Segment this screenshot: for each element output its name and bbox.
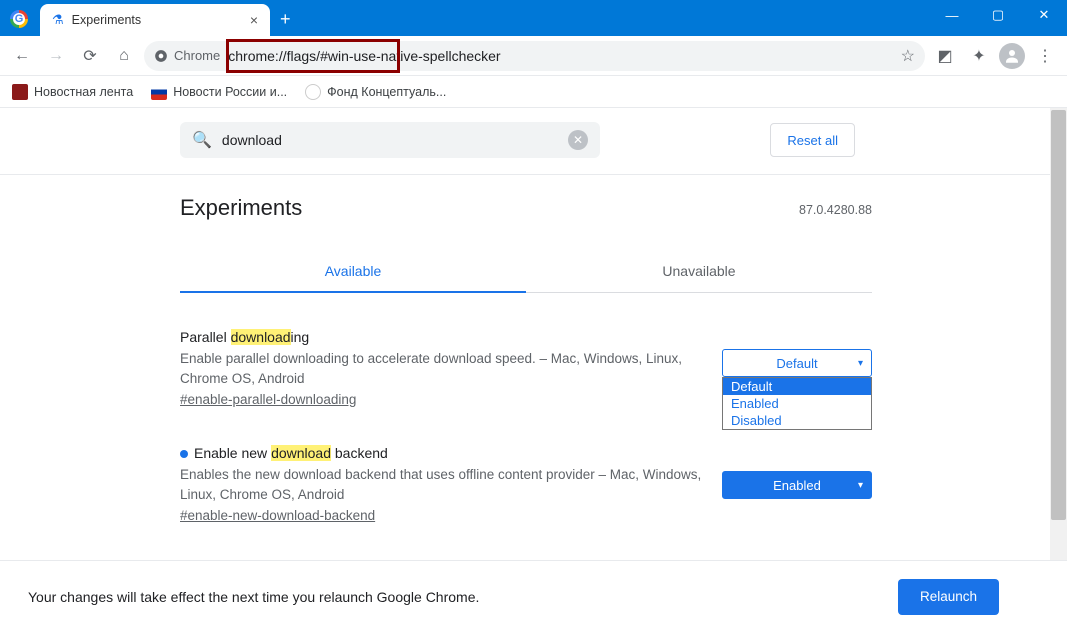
- dropdown-option[interactable]: Disabled: [723, 412, 871, 429]
- flask-icon: ⚗: [52, 12, 64, 28]
- new-tab-button[interactable]: +: [280, 9, 291, 30]
- bookmarks-bar: Новостная лента Новости России и... Фонд…: [0, 76, 1067, 108]
- bookmark-favicon: [12, 84, 28, 100]
- flag-description: Enables the new download backend that us…: [180, 465, 702, 504]
- flag-title: Enable new download backend: [180, 445, 702, 461]
- window-titlebar: ⚗ Experiments × + — ▢ ✕: [0, 0, 1067, 36]
- back-button[interactable]: ←: [8, 42, 36, 70]
- flags-search-box[interactable]: 🔍 ✕: [180, 122, 600, 158]
- clear-search-icon[interactable]: ✕: [568, 130, 588, 150]
- flag-item: Enable new download backend Enables the …: [180, 445, 872, 525]
- tab-close-icon[interactable]: ×: [250, 12, 258, 28]
- flag-select-value: Enabled: [773, 478, 821, 493]
- bookmark-label: Фонд Концептуаль...: [327, 85, 446, 99]
- maximize-button[interactable]: ▢: [975, 0, 1021, 30]
- reload-button[interactable]: ⟳: [76, 42, 104, 70]
- page-title: Experiments: [180, 195, 872, 221]
- profile-avatar[interactable]: [999, 43, 1025, 69]
- search-input[interactable]: [222, 132, 558, 148]
- site-chip-label: Chrome: [174, 48, 220, 63]
- bookmark-favicon: [305, 84, 321, 100]
- bookmark-label: Новостная лента: [34, 85, 133, 99]
- bookmark-item[interactable]: Фонд Концептуаль...: [305, 84, 446, 100]
- forward-button[interactable]: →: [42, 42, 70, 70]
- search-icon: 🔍: [192, 130, 212, 150]
- flag-info: Parallel downloading Enable parallel dow…: [180, 329, 702, 409]
- extension-icon-1[interactable]: ◩: [931, 42, 959, 70]
- flag-select[interactable]: Default ▾: [722, 349, 872, 377]
- flag-select[interactable]: Enabled ▾: [722, 471, 872, 499]
- address-bar[interactable]: Chrome chrome://flags/#win-use-native-sp…: [144, 41, 925, 71]
- chevron-down-icon: ▾: [858, 480, 863, 491]
- scrollbar[interactable]: [1050, 108, 1067, 632]
- flag-select-value: Default: [776, 356, 817, 371]
- kebab-menu-icon[interactable]: ⋮: [1031, 42, 1059, 70]
- bookmark-item[interactable]: Новости России и...: [151, 84, 287, 100]
- flags-content: 87.0.4280.88 Experiments Available Unava…: [0, 175, 1067, 577]
- relaunch-bar: Your changes will take effect the next t…: [0, 560, 1067, 632]
- relaunch-message: Your changes will take effect the next t…: [28, 589, 479, 605]
- scrollbar-thumb[interactable]: [1051, 110, 1066, 520]
- flag-item: Parallel downloading Enable parallel dow…: [180, 329, 872, 409]
- close-window-button[interactable]: ✕: [1021, 0, 1067, 30]
- bookmark-star-icon[interactable]: ☆: [901, 46, 915, 66]
- dropdown-option[interactable]: Enabled: [723, 395, 871, 412]
- flag-description: Enable parallel downloading to accelerat…: [180, 349, 702, 388]
- relaunch-button[interactable]: Relaunch: [898, 579, 999, 615]
- reset-all-button[interactable]: Reset all: [770, 123, 855, 157]
- flag-title: Parallel downloading: [180, 329, 702, 345]
- dropdown-option[interactable]: Default: [723, 378, 871, 395]
- flag-select-dropdown: Default Enabled Disabled: [722, 377, 872, 430]
- chevron-down-icon: ▾: [858, 358, 863, 369]
- browser-tab[interactable]: ⚗ Experiments ×: [40, 4, 270, 36]
- bookmark-label: Новости России и...: [173, 85, 287, 99]
- tab-available[interactable]: Available: [180, 251, 526, 293]
- flag-hash-link[interactable]: #enable-parallel-downloading: [180, 392, 356, 407]
- minimize-button[interactable]: —: [929, 0, 975, 30]
- flag-control: Enabled ▾: [722, 445, 872, 525]
- chrome-version: 87.0.4280.88: [799, 203, 872, 217]
- tabs: Available Unavailable: [180, 251, 872, 293]
- tab-unavailable[interactable]: Unavailable: [526, 251, 872, 293]
- flag-control: Default ▾ Default Enabled Disabled: [722, 329, 872, 409]
- flag-info: Enable new download backend Enables the …: [180, 445, 702, 525]
- bookmark-item[interactable]: Новостная лента: [12, 84, 133, 100]
- tab-title: Experiments: [72, 13, 141, 27]
- search-zone: 🔍 ✕ Reset all: [0, 108, 1050, 175]
- page-content: 🔍 ✕ Reset all 87.0.4280.88 Experiments A…: [0, 108, 1067, 632]
- home-button[interactable]: ⌂: [110, 42, 138, 70]
- window-controls: — ▢ ✕: [929, 0, 1067, 30]
- browser-toolbar: ← → ⟳ ⌂ Chrome chrome://flags/#win-use-n…: [0, 36, 1067, 76]
- site-chip: Chrome: [154, 48, 220, 63]
- bookmark-favicon: [151, 84, 167, 100]
- google-icon: [10, 10, 28, 28]
- chrome-icon: [154, 49, 168, 63]
- flag-hash-link[interactable]: #enable-new-download-backend: [180, 508, 375, 523]
- modified-dot-icon: [180, 450, 188, 458]
- url-text: chrome://flags/#win-use-native-spellchec…: [228, 48, 500, 64]
- extensions-puzzle-icon[interactable]: ✦: [965, 42, 993, 70]
